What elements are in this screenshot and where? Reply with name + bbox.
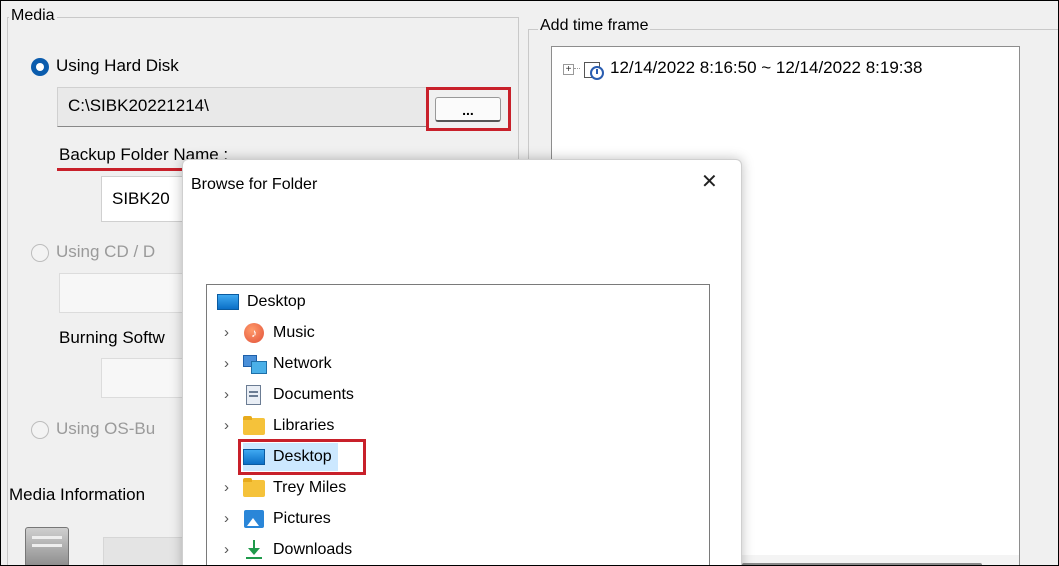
expand-toggle-icon[interactable]: + — [563, 64, 574, 75]
chevron-right-icon[interactable]: › — [224, 480, 234, 495]
desktop-icon — [217, 292, 239, 312]
chevron-right-icon[interactable]: › — [224, 418, 234, 433]
tree-item-label: Documents — [273, 386, 354, 403]
tree-item-libraries[interactable]: Libraries — [243, 412, 334, 440]
tree-item-pictures[interactable]: Pictures — [243, 505, 331, 533]
tree-item-label: Network — [273, 355, 332, 372]
burning-software-field[interactable] — [101, 358, 186, 398]
dialog-title: Browse for Folder — [191, 176, 318, 193]
tree-item-network[interactable]: Network — [243, 350, 332, 378]
music-icon: ♪ — [243, 323, 265, 343]
hard-disk-path: C:\SIBK20221214\ — [68, 96, 209, 115]
os-label: Using OS-Bu — [56, 419, 156, 438]
tree-item-label: Desktop — [247, 293, 306, 310]
tree-item-label: Libraries — [273, 417, 335, 434]
documents-icon — [243, 385, 265, 405]
hard-disk-path-field[interactable]: C:\SIBK20221214\ — [57, 87, 427, 127]
window: Media Using Hard Disk C:\SIBK20221214\ .… — [0, 0, 1059, 566]
browse-button-label: ... — [462, 102, 474, 118]
browse-folder-dialog: Browse for Folder ✕ Desktop › ♪ Music › — [182, 159, 742, 565]
cd-radio[interactable] — [31, 244, 49, 262]
timeframe-group-title: Add time frame — [538, 17, 651, 35]
tree-connector — [574, 68, 580, 69]
cd-label: Using CD / D — [56, 242, 156, 261]
chevron-right-icon[interactable]: › — [224, 542, 234, 557]
os-radio[interactable] — [31, 421, 49, 439]
tree-item-music[interactable]: ♪ Music — [243, 319, 315, 347]
backup-folder-field[interactable]: SIBK20 — [101, 176, 186, 222]
hard-disk-label: Using Hard Disk — [56, 56, 179, 75]
folder-icon — [243, 416, 265, 436]
tree-item-downloads[interactable]: Downloads — [243, 536, 352, 564]
network-icon — [243, 354, 267, 374]
selected-folder-highlight — [238, 439, 366, 475]
pictures-icon — [243, 509, 265, 529]
media-group-title: Media — [9, 7, 57, 25]
tree-item-desktop-root[interactable]: Desktop — [217, 288, 306, 316]
hard-disk-radio[interactable] — [31, 58, 49, 76]
tree-item-label: Music — [273, 324, 315, 341]
folder-tree[interactable]: Desktop › ♪ Music › Network › Documents … — [206, 284, 710, 565]
clock-icon — [582, 56, 606, 80]
tree-item-label: Trey Miles — [273, 479, 347, 496]
tree-item-label: Pictures — [273, 510, 331, 527]
browse-button[interactable]: ... — [435, 97, 501, 122]
backup-folder-value: SIBK20 — [112, 189, 170, 208]
downloads-icon — [243, 540, 265, 560]
tree-item-documents[interactable]: Documents — [243, 381, 354, 409]
chevron-right-icon[interactable]: › — [224, 511, 234, 526]
cd-drive-field[interactable] — [59, 273, 183, 313]
folder-icon — [243, 478, 265, 498]
chevron-right-icon[interactable]: › — [224, 356, 234, 371]
chevron-right-icon[interactable]: › — [224, 325, 234, 340]
media-information-label: Media Information — [9, 485, 146, 504]
tree-item-trey-miles[interactable]: Trey Miles — [243, 474, 346, 502]
burning-software-label: Burning Softw — [59, 328, 165, 347]
hard-disk-icon — [25, 527, 69, 565]
close-icon[interactable]: ✕ — [701, 172, 718, 192]
timeframe-entry[interactable]: 12/14/2022 8:16:50 ~ 12/14/2022 8:19:38 — [610, 58, 922, 78]
tree-item-label: Downloads — [273, 541, 353, 558]
chevron-right-icon[interactable]: › — [224, 387, 234, 402]
